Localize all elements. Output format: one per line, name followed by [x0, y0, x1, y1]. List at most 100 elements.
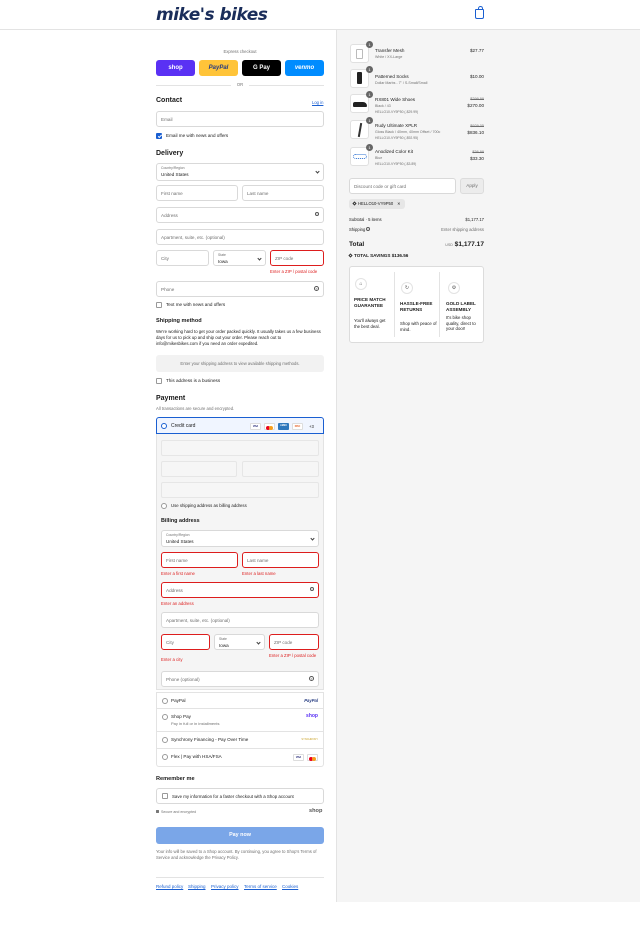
shipping-link[interactable]: Shipping — [188, 884, 206, 889]
flex-label: Flex | Pay with HSA/FSA — [171, 754, 222, 759]
refund-policy-link[interactable]: Refund policy — [156, 884, 183, 889]
pay-now-button[interactable]: Pay now — [156, 827, 324, 844]
payment-heading: Payment — [156, 395, 186, 402]
visa-icon: VISA — [250, 423, 261, 430]
login-link[interactable]: Log in — [312, 100, 323, 105]
synchrony-option[interactable]: Synchrony Financing - Pay Over Time SYNC… — [156, 732, 324, 749]
apartment-field[interactable]: Apartment, suite, etc. (optional) — [156, 229, 324, 245]
remove-code-icon[interactable]: ✕ — [397, 201, 401, 206]
apply-button[interactable]: Apply — [460, 178, 484, 194]
discount-line: HELLO10-VY9P50 (-$92.95) — [375, 136, 419, 140]
flex-radio[interactable] — [162, 754, 168, 760]
city-field[interactable]: City — [156, 250, 209, 266]
discount-tag: HELLO10-VY9P50 ✕ — [349, 199, 405, 209]
help-icon[interactable]: ? — [314, 286, 319, 291]
divider — [394, 272, 395, 337]
state-select[interactable]: State Iowa — [213, 250, 266, 266]
paypal-button[interactable]: PayPal — [199, 60, 238, 76]
first-name-error: Enter a first name — [161, 571, 195, 576]
shop-pay-sub: Pay in full or in installments — [171, 721, 220, 726]
synchrony-radio[interactable] — [162, 737, 168, 743]
divider — [156, 84, 231, 86]
save-info-box[interactable]: Save my information for a faster checkou… — [156, 788, 324, 804]
save-info-checkbox[interactable] — [162, 793, 168, 799]
synchrony-logo: SYNCHRONY — [301, 738, 318, 741]
shop-pay-option[interactable]: Shop Pay Pay in full or in installments … — [156, 709, 324, 732]
last-name-field[interactable]: Last name — [242, 185, 324, 201]
address-error: Enter an address — [161, 601, 194, 606]
help-icon[interactable] — [366, 227, 371, 231]
billing-first-name-field[interactable]: First name — [161, 552, 238, 568]
paypal-option[interactable]: PayPal PayPal — [156, 692, 324, 709]
discount-code: HELLO10-VY9P50 — [358, 201, 394, 206]
google-pay-button[interactable]: G Pay — [242, 60, 281, 76]
amex-icon: AMEX — [278, 423, 289, 430]
zip-field[interactable]: ZIP code — [270, 250, 324, 266]
text-news-checkbox[interactable] — [156, 302, 162, 308]
billing-address-field[interactable]: Address — [161, 582, 319, 598]
logo[interactable]: mike's bikes — [156, 5, 268, 25]
country-label: Country/Region — [161, 166, 185, 170]
terms-link[interactable]: Terms of service — [244, 884, 277, 889]
business-checkbox[interactable] — [156, 378, 162, 384]
secure-text: Secure and encrypted — [161, 810, 197, 814]
paypal-radio[interactable] — [162, 698, 168, 704]
shipping-placeholder: Enter your shipping address to view avai… — [156, 355, 324, 372]
header: mike's bikes — [0, 0, 640, 30]
shop-pay-button[interactable]: shop — [156, 60, 195, 76]
discount-code-field[interactable]: Discount code or gift card — [349, 178, 456, 194]
terms-text: Your info will be saved to a Shop accoun… — [156, 849, 317, 860]
privacy-policy-link[interactable]: Privacy policy — [211, 884, 239, 889]
billing-last-name-field[interactable]: Last name — [242, 552, 319, 568]
divider — [156, 877, 324, 878]
gear-icon: ⚙ — [448, 282, 460, 294]
visa-icon: VISA — [293, 754, 304, 761]
billing-country-value: United States — [166, 539, 194, 544]
shop-pay-radio[interactable] — [162, 714, 168, 720]
cookies-link[interactable]: Cookies — [282, 884, 298, 889]
billing-phone-field[interactable]: Phone (optional) ? — [161, 671, 319, 687]
product-price: $10.00 — [469, 74, 484, 79]
billing-state-select[interactable]: State Iowa — [214, 634, 265, 650]
shopping-bag-icon[interactable] — [475, 6, 484, 19]
shipping-text: Shipping — [349, 227, 366, 232]
phone-field[interactable]: Phone ? — [156, 281, 324, 297]
first-name-field[interactable]: First name — [156, 185, 238, 201]
expiration-field[interactable] — [161, 461, 237, 477]
card-number-field[interactable] — [161, 440, 319, 456]
shipping-heading: Shipping method — [156, 318, 202, 324]
total-label: Total — [349, 241, 365, 248]
secure-note: Secure and encrypted — [156, 810, 196, 814]
tag-icon — [352, 201, 357, 206]
credit-card-label: Credit card — [171, 423, 196, 429]
credit-card-radio[interactable] — [161, 423, 167, 429]
more-cards-badge: +3 — [309, 424, 314, 429]
chevron-down-icon — [256, 640, 261, 645]
product-price: $836.10 — [467, 130, 484, 135]
billing-heading: Billing address — [161, 518, 200, 524]
billing-country-select[interactable]: Country/Region United States — [161, 530, 319, 547]
name-on-card-field[interactable] — [161, 482, 319, 498]
security-code-field[interactable] — [242, 461, 319, 477]
venmo-button[interactable]: venmo — [285, 60, 324, 76]
email-field[interactable]: Email — [156, 111, 324, 127]
country-select[interactable]: Country/Region United States — [156, 163, 324, 181]
address-field[interactable]: Address — [156, 207, 324, 223]
use-shipping-checkbox[interactable] — [161, 503, 167, 509]
quantity-badge: 1 — [366, 41, 373, 48]
billing-zip-field[interactable]: ZIP code — [269, 634, 319, 650]
billing-apartment-field[interactable]: Apartment, suite, etc. (optional) — [161, 612, 319, 628]
discount-line: HELLO10-VY9P50 (-$3.89) — [375, 162, 417, 166]
search-icon — [315, 212, 319, 216]
search-icon — [310, 587, 314, 591]
credit-card-option[interactable]: Credit card VISA AMEX DISC +3 — [156, 417, 324, 434]
last-name-error: Enter a last name — [242, 571, 276, 576]
contact-heading: Contact — [156, 97, 183, 104]
email-news-checkbox[interactable] — [156, 133, 162, 139]
original-price: $36.99 — [472, 150, 484, 154]
billing-city-field[interactable]: City — [161, 634, 210, 650]
help-icon[interactable]: ? — [309, 676, 314, 681]
flex-option[interactable]: Flex | Pay with HSA/FSA VISA — [156, 749, 324, 767]
currency: USD — [445, 243, 453, 247]
perk-title: GOLD LABEL ASSEMBLY — [446, 301, 476, 312]
